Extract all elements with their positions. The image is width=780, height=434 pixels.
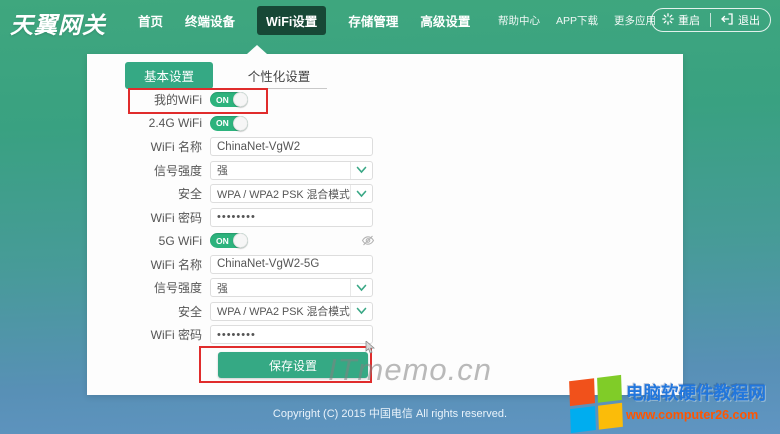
wifi-24g-security-row: 安全 WPA / WPA2 PSK 混合模式 (87, 182, 683, 206)
wifi-5g-password-row: WiFi 密码 (87, 323, 683, 347)
router-admin-page: 天翼网关 首页 终端设备 WiFi设置 存储管理 高级设置 帮助中心 APP下载… (0, 0, 780, 434)
chevron-down-icon (350, 185, 372, 203)
restart-label: 重启 (678, 15, 700, 27)
wifi-24g-password-input[interactable] (210, 207, 373, 227)
nav-item-app-download[interactable]: APP下载 (556, 13, 598, 28)
nav-item-more-apps[interactable]: 更多应用 (614, 13, 656, 28)
security-5g-select[interactable]: WPA / WPA2 PSK 混合模式 (210, 301, 373, 321)
toggle-on-label: ON (216, 235, 229, 246)
nav-item-devices[interactable]: 终端设备 (185, 11, 235, 30)
wifi-name-label: WiFi 名称 (150, 140, 202, 155)
signal-strength-label: 信号强度 (153, 281, 202, 296)
nav-item-advanced[interactable]: 高级设置 (420, 11, 470, 30)
my-wifi-label: 我的WiFi (154, 93, 202, 108)
chevron-down-icon (350, 302, 372, 320)
select-value: WPA / WPA2 PSK 混合模式 (217, 306, 350, 319)
signal-strength-label: 信号强度 (153, 163, 202, 178)
my-wifi-toggle[interactable]: ON (210, 92, 248, 108)
eye-slash-icon (361, 234, 375, 247)
wifi-5g-name-row: WiFi 名称 (87, 253, 683, 277)
wifi-24g-toggle[interactable]: ON (210, 115, 248, 131)
chevron-down-icon (350, 161, 372, 179)
main-nav: 首页 终端设备 WiFi设置 存储管理 高级设置 (138, 0, 470, 40)
signal-strength-24g-select[interactable]: 强 (210, 160, 373, 180)
nav-item-wifi-settings[interactable]: WiFi设置 (257, 5, 327, 35)
nav-item-home[interactable]: 首页 (138, 11, 163, 30)
wifi-password-label: WiFi 密码 (150, 328, 202, 343)
signal-strength-5g-select[interactable]: 强 (210, 278, 373, 298)
restart-spinner-icon (662, 12, 674, 28)
session-button-group: 重启 退出 (651, 8, 771, 32)
my-wifi-row: 我的WiFi ON (87, 88, 683, 112)
wifi-5g-label: 5G WiFi (158, 233, 202, 248)
select-value: WPA / WPA2 PSK 混合模式 (217, 188, 350, 201)
save-settings-button[interactable]: 保存设置 (218, 352, 368, 378)
wifi-password-label: WiFi 密码 (150, 210, 202, 225)
toggle-knob (233, 92, 248, 108)
settings-tabs: 基本设置 个性化设置 (125, 62, 327, 89)
security-24g-select[interactable]: WPA / WPA2 PSK 混合模式 (210, 184, 373, 204)
wifi-24g-password-row: WiFi 密码 (87, 206, 683, 230)
wifi-24g-label: 2.4G WiFi (148, 116, 202, 131)
wifi-5g-security-row: 安全 WPA / WPA2 PSK 混合模式 (87, 300, 683, 324)
security-label: 安全 (177, 187, 202, 202)
wifi-24g-row: 2.4G WiFi ON (87, 112, 683, 136)
wifi-settings-form: 我的WiFi ON 2.4G WiFi ON WiFi 名称 信号强度 (87, 88, 683, 347)
nav-item-storage[interactable]: 存储管理 (348, 11, 398, 30)
toggle-on-label: ON (216, 94, 229, 105)
brand-logo: 天翼网关 (10, 12, 106, 38)
chevron-down-icon (350, 279, 372, 297)
select-value: 强 (217, 282, 228, 295)
toggle-on-label: ON (216, 118, 229, 129)
wifi-name-label: WiFi 名称 (150, 257, 202, 272)
footer-copyright: Copyright (C) 2015 中国电信 All rights reser… (272, 408, 508, 420)
panel-pointer-notch (247, 45, 267, 54)
wifi-24g-name-row: WiFi 名称 (87, 135, 683, 159)
nav-item-help-center[interactable]: 帮助中心 (498, 13, 540, 28)
wifi-5g-toggle[interactable]: ON (210, 233, 248, 249)
tab-basic-settings[interactable]: 基本设置 (125, 62, 213, 89)
tab-personalized-settings[interactable]: 个性化设置 (231, 62, 327, 89)
wifi-5g-strength-row: 信号强度 强 (87, 276, 683, 300)
logout-button[interactable]: 退出 (711, 12, 770, 28)
toggle-knob (233, 115, 248, 131)
logout-label: 退出 (738, 15, 760, 27)
wifi-24g-strength-row: 信号强度 强 (87, 159, 683, 183)
wifi-5g-row: 5G WiFi ON (87, 229, 683, 253)
select-value: 强 (217, 165, 228, 178)
wifi-5g-password-input[interactable] (210, 325, 373, 345)
secondary-nav: 帮助中心 APP下载 更多应用 (498, 0, 656, 40)
toggle-knob (233, 233, 248, 249)
restart-button[interactable]: 重启 (652, 12, 710, 28)
settings-panel: 基本设置 个性化设置 我的WiFi ON 2.4G WiFi ON WiFi 名… (87, 45, 683, 395)
logout-icon (721, 12, 734, 28)
wifi-24g-name-input[interactable] (210, 137, 373, 157)
wifi-5g-name-input[interactable] (210, 254, 373, 274)
security-label: 安全 (177, 304, 202, 319)
